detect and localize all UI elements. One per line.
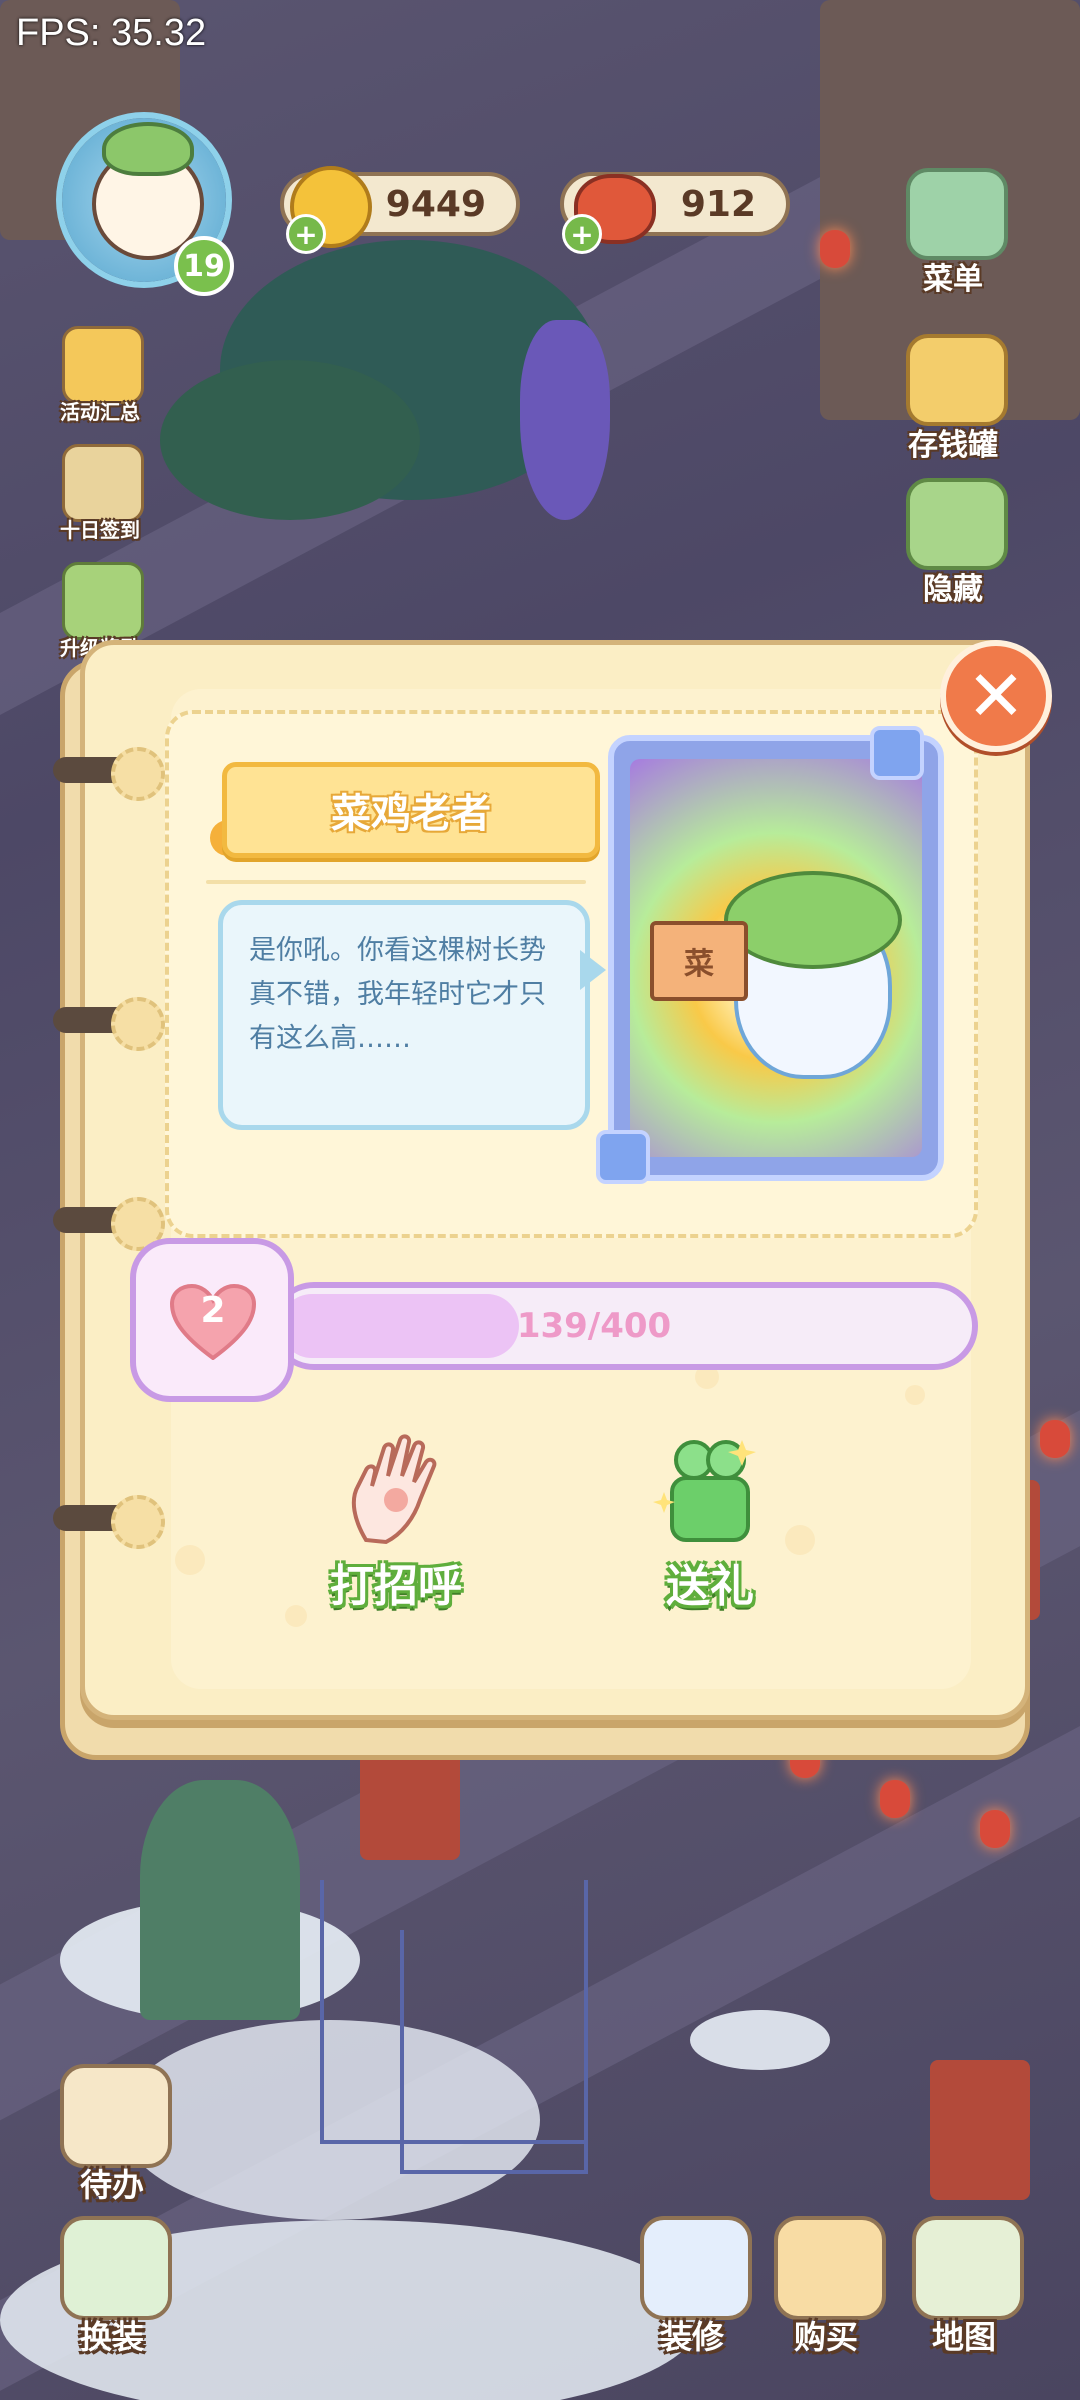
- event-icon: [62, 326, 144, 404]
- affection-progress-bar: 139/400: [270, 1282, 978, 1370]
- player-level-badge: 19: [174, 236, 234, 296]
- event-summary-button[interactable]: 活动汇总: [52, 326, 148, 436]
- todo-icon: [60, 2064, 172, 2168]
- fps-counter: FPS: 35.32: [16, 12, 207, 54]
- name-divider: [206, 880, 586, 884]
- piggy-bank-label: 存钱罐: [908, 428, 998, 463]
- coin-count: 9449: [385, 183, 486, 225]
- greet-button[interactable]: 打招呼: [296, 1430, 496, 1630]
- gift-icon: [653, 1440, 756, 1542]
- hide-label: 隐藏: [923, 572, 983, 607]
- checkin-button[interactable]: 十日签到: [52, 444, 148, 554]
- affection-progress-text: 139/400: [516, 1306, 672, 1346]
- checkin-label: 十日签到: [60, 518, 140, 542]
- npc-speech-bubble: 是你吼。你看这棵树长势真不错，我年轻时它才只有这么高……: [218, 900, 590, 1130]
- piggy-bank-button[interactable]: 存钱罐: [898, 334, 1008, 464]
- decorate-icon: [640, 2216, 752, 2320]
- levelup-reward-icon: [62, 562, 144, 640]
- map-icon: [912, 2216, 1024, 2320]
- close-dialog-button[interactable]: ✕: [940, 640, 1052, 752]
- npc-book: 菜: [650, 921, 748, 1001]
- npc-leaf-hair: [724, 871, 902, 969]
- npc-speech-text: 是你吼。你看这棵树长势真不错，我年轻时它才只有这么高……: [249, 935, 546, 1054]
- decorate-label: 装修: [659, 2318, 724, 2356]
- hide-ui-button[interactable]: 隐藏: [898, 478, 1008, 608]
- piggy-bank-icon: [906, 334, 1008, 426]
- map-button[interactable]: 地图: [904, 2216, 1024, 2356]
- binder-hole: [111, 747, 165, 801]
- shop-label: 购买: [793, 2318, 858, 2356]
- checkin-icon: [62, 444, 144, 522]
- wave-hand-icon: [351, 1434, 437, 1545]
- send-gift-label: 送礼: [666, 1561, 754, 1612]
- binder-hole: [111, 997, 165, 1051]
- event-summary-label: 活动汇总: [60, 400, 140, 424]
- shop-icon: [774, 2216, 886, 2320]
- card-corner-top-right: [870, 726, 924, 780]
- menu-button[interactable]: 菜单: [898, 168, 1008, 298]
- menu-icon: [906, 168, 1008, 260]
- map-label: 地图: [931, 2318, 996, 2356]
- shop-button[interactable]: 购买: [766, 2216, 886, 2356]
- affection-level: 2: [200, 1290, 226, 1331]
- avatar-leaf: [102, 122, 194, 176]
- dressup-button[interactable]: 换装: [52, 2216, 172, 2356]
- todo-label: 待办: [79, 2166, 144, 2204]
- npc-portrait-card: 菜: [608, 735, 944, 1181]
- npc-book-label: 菜: [684, 947, 714, 982]
- affection-level-badge: 2: [130, 1238, 294, 1402]
- decorate-button[interactable]: 装修: [632, 2216, 752, 2356]
- binder-hole: [111, 1495, 165, 1549]
- tomato-count: 912: [680, 183, 756, 225]
- todo-button[interactable]: 待办: [52, 2064, 172, 2204]
- close-icon: ✕: [966, 655, 1026, 737]
- npc-name-tag: 菜鸡老者: [222, 762, 600, 858]
- speech-bubble-tail: [580, 950, 606, 990]
- add-coins-button[interactable]: +: [286, 214, 326, 254]
- add-tomatoes-button[interactable]: +: [562, 214, 602, 254]
- greet-label: 打招呼: [330, 1561, 462, 1612]
- dressup-label: 换装: [79, 2318, 144, 2356]
- dressup-icon: [60, 2216, 172, 2320]
- npc-name: 菜鸡老者: [331, 791, 491, 837]
- menu-label: 菜单: [923, 262, 983, 297]
- send-gift-button[interactable]: 送礼: [610, 1430, 810, 1630]
- hide-icon: [906, 478, 1008, 570]
- card-corner-bottom-left: [596, 1130, 650, 1184]
